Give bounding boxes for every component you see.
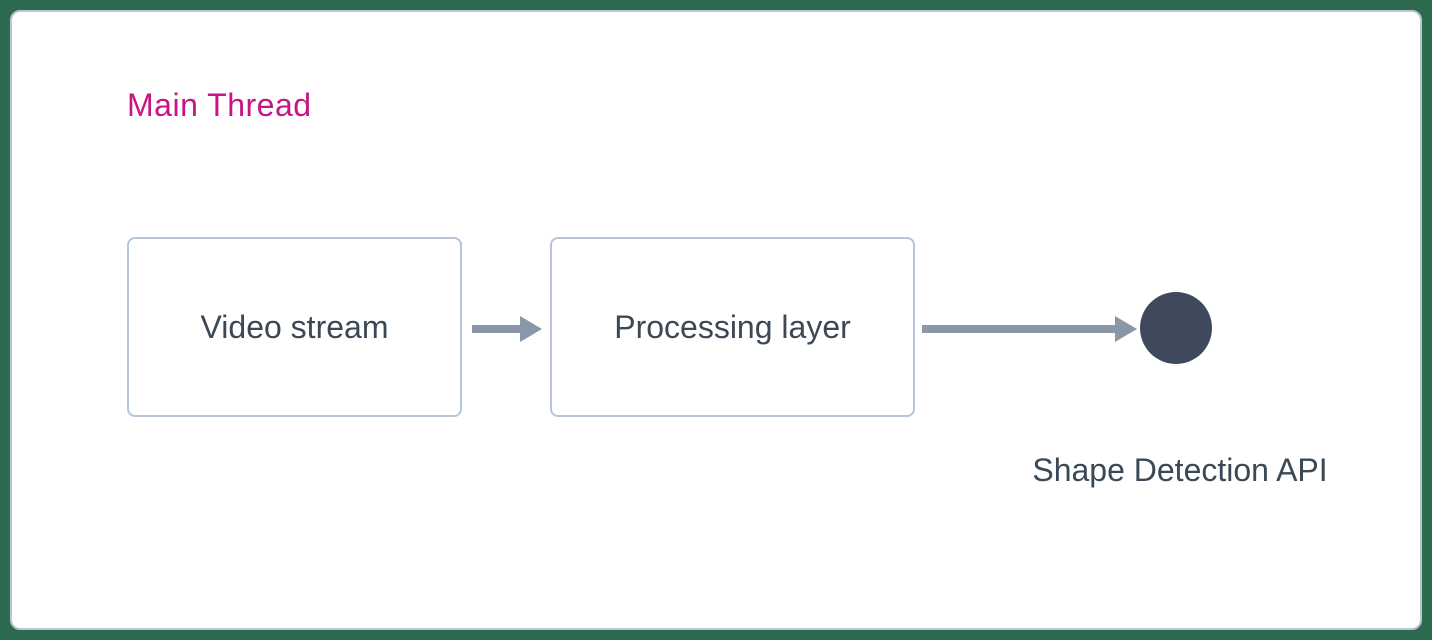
node-processing-layer: Processing layer (550, 237, 915, 417)
node-shape-api-label: Shape Detection API (1030, 452, 1330, 489)
endpoint-group: Shape Detection API (1140, 292, 1212, 364)
thread-panel: Main Thread Video stream Processing laye… (10, 10, 1422, 630)
flow-row: Video stream Processing layer (127, 237, 915, 417)
arrow-icon (922, 314, 1137, 344)
thread-title: Main Thread (127, 87, 312, 124)
node-shape-api-circle (1140, 292, 1212, 364)
node-video-stream: Video stream (127, 237, 462, 417)
